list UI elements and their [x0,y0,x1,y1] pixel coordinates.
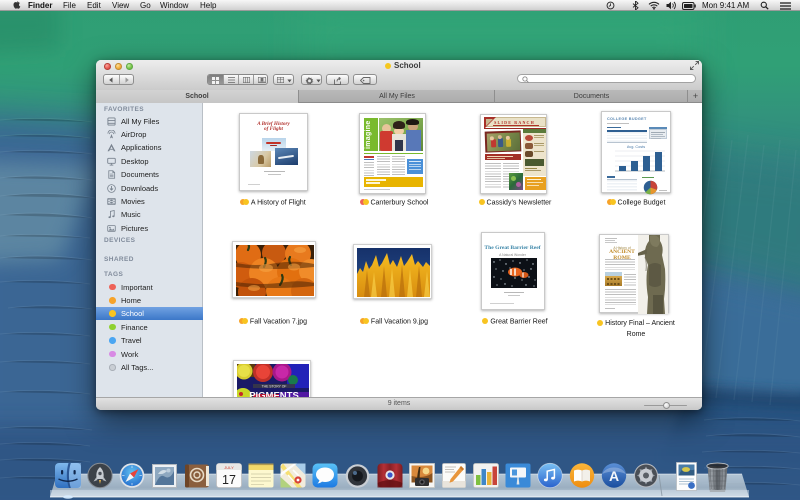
svg-text:JULY: JULY [224,465,234,470]
svg-text:THE STORY OF: THE STORY OF [262,384,287,388]
svg-text:A: A [609,468,619,484]
svg-text:17: 17 [222,473,236,487]
svg-text:PIGMENTS: PIGMENTS [249,390,299,397]
